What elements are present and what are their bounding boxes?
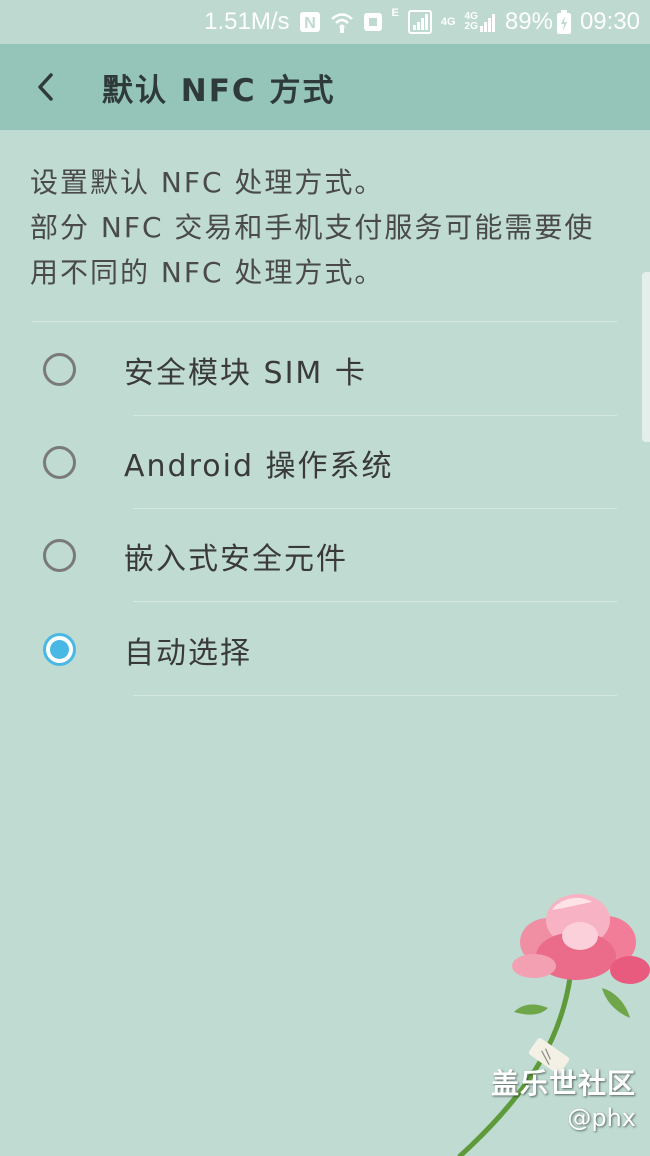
dual-network-label: 4G 2G <box>465 12 478 32</box>
lte-label: 4G <box>440 15 456 28</box>
option-android-os[interactable]: Android 操作系统 <box>0 416 650 509</box>
option-label: 安全模块 SIM 卡 <box>124 355 367 391</box>
app-bar: 默认 NFC 方式 <box>0 44 650 130</box>
option-sim-card[interactable]: 安全模块 SIM 卡 <box>0 323 650 416</box>
network-speed: 1.51M/s <box>204 8 290 35</box>
radio-button[interactable] <box>43 353 76 386</box>
option-label: 自动选择 <box>124 635 252 671</box>
divider <box>133 601 617 602</box>
divider <box>133 695 617 696</box>
radio-button[interactable] <box>43 539 76 572</box>
watermark-community: 盖乐世社区 <box>490 1067 636 1100</box>
divider <box>32 321 617 322</box>
svg-text:N: N <box>304 15 316 32</box>
watermark-user: @phx <box>567 1104 636 1132</box>
battery-percent: 89% <box>504 8 553 35</box>
radio-button-selected[interactable] <box>43 633 76 666</box>
signal-bars-icon <box>479 12 496 32</box>
clock: 09:30 <box>579 8 640 35</box>
chevron-left-icon <box>38 73 53 101</box>
watermark: 盖乐世社区 @phx <box>491 1062 636 1132</box>
scroll-indicator <box>642 272 650 442</box>
description-line-2: 部分 NFC 交易和手机支付服务可能需要使用不同的 NFC 处理方式。 <box>30 211 595 289</box>
radio-button[interactable] <box>43 446 76 479</box>
status-bar: 1.51M/s N E 4G 4G 2G 89% 09:30 <box>0 0 650 44</box>
radio-selected-dot <box>50 640 69 659</box>
wifi-icon <box>330 11 354 33</box>
description-line-1: 设置默认 NFC 处理方式。 <box>30 166 385 199</box>
option-label: 嵌入式安全元件 <box>124 541 348 577</box>
option-embedded-secure-element[interactable]: 嵌入式安全元件 <box>0 509 650 602</box>
signal-icon <box>407 10 432 34</box>
page-title: 默认 NFC 方式 <box>102 72 336 109</box>
back-button[interactable] <box>0 44 90 130</box>
network-bottom-label: 2G <box>464 21 478 32</box>
option-label: Android 操作系统 <box>124 448 394 484</box>
option-automatic[interactable]: 自动选择 <box>0 603 650 696</box>
message-icon <box>363 12 383 32</box>
e-network-label: E <box>391 7 399 19</box>
battery-icon <box>556 10 571 34</box>
nfc-icon: N <box>299 11 321 33</box>
description-text: 设置默认 NFC 处理方式。 部分 NFC 交易和手机支付服务可能需要使用不同的… <box>30 160 620 295</box>
